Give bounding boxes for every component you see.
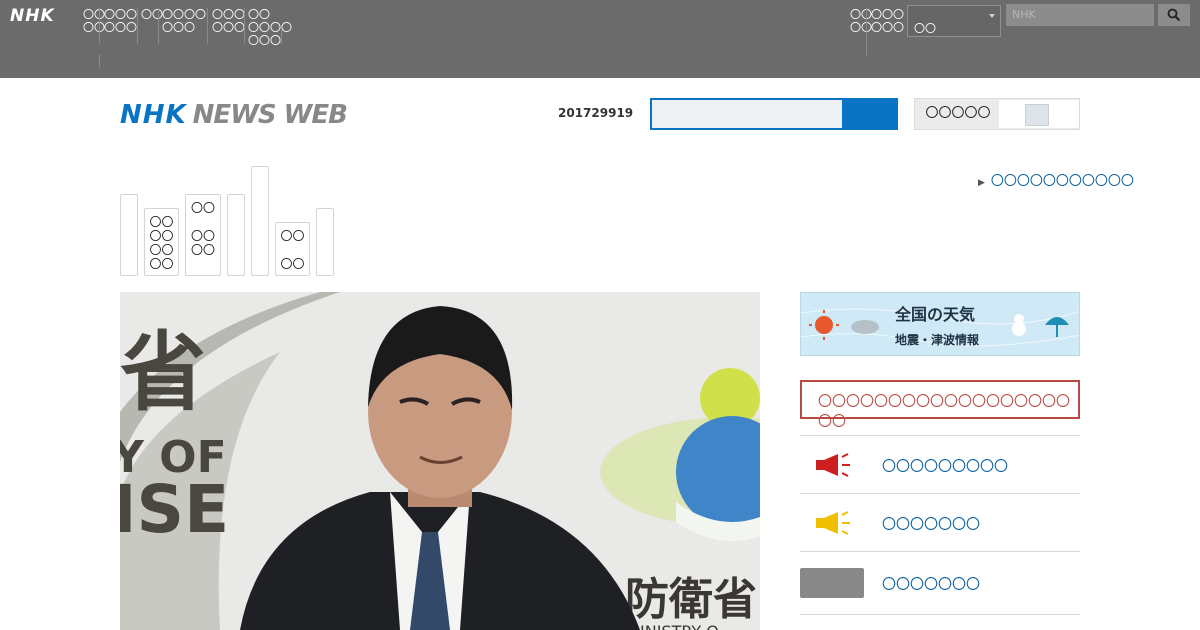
global-nav-item-6[interactable]: 〇〇 〇〇〇〇 〇〇〇 xyxy=(248,8,292,47)
top-search-button[interactable] xyxy=(1158,4,1190,26)
global-top-bar: NHK 〇〇 〇〇 〇〇〇 〇〇〇 〇〇 〇〇〇〇 〇〇〇 〇〇〇 〇〇〇 〇〇… xyxy=(0,0,1200,78)
site-search[interactable] xyxy=(650,98,898,130)
category-tab-4[interactable] xyxy=(227,194,245,276)
sidebar-item-label: 〇〇〇〇〇〇〇〇〇 xyxy=(882,459,1008,475)
sign-text-line3: ISE xyxy=(120,471,229,548)
global-nav-item-5[interactable]: 〇〇〇 〇〇〇 xyxy=(212,8,245,34)
nhk-logo[interactable]: NHK xyxy=(10,6,55,26)
region-select[interactable]: 〇〇 xyxy=(907,5,1001,37)
nav-divider xyxy=(281,30,282,44)
sidebar-item-1[interactable]: 〇〇〇〇〇〇〇〇〇 xyxy=(800,435,1080,493)
category-tab-5[interactable] xyxy=(251,166,269,276)
top-link-2[interactable]: 〇〇〇 〇〇〇 xyxy=(871,8,904,34)
global-nav-item-4[interactable]: 〇〇〇〇 〇〇〇 xyxy=(162,8,206,34)
category-tab-1[interactable] xyxy=(120,194,138,276)
nav-divider xyxy=(244,8,245,44)
date-text: 201729919 xyxy=(558,106,634,120)
nav-divider xyxy=(99,8,100,44)
top-search-input[interactable]: NHK xyxy=(1006,4,1154,26)
weather-subtitle: 地震・津波情報 xyxy=(895,333,980,347)
nav-divider xyxy=(866,8,867,56)
global-nav-item-1[interactable]: 〇〇 〇〇 xyxy=(83,8,105,34)
toggle-label: 〇〇〇〇〇 xyxy=(925,106,991,121)
brand-nhk: NHK xyxy=(120,100,187,130)
sidebar-item-2[interactable]: 〇〇〇〇〇〇〇 xyxy=(800,493,1080,551)
nav-divider xyxy=(137,8,138,44)
nav-divider xyxy=(207,8,208,44)
press-conference-photo: 省 Y OF ISE 防衛省 INISTRY O xyxy=(120,292,760,630)
hero-photo[interactable]: 省 Y OF ISE 防衛省 INISTRY O xyxy=(120,292,760,630)
sign-kanji: 省 xyxy=(120,323,206,423)
sidebar-item-label: 〇〇〇〇〇〇〇 xyxy=(882,517,980,533)
sign-text-jp: 防衛省 xyxy=(625,574,757,625)
category-tab-7[interactable] xyxy=(316,208,334,276)
brand-news-web: NEWS WEB xyxy=(192,100,348,130)
sidebar-divider xyxy=(800,614,1080,630)
news-web-logo[interactable]: NHK NEWS WEB xyxy=(120,100,380,132)
alert-link[interactable]: 〇〇〇〇〇〇〇〇〇〇〇〇〇〇〇〇〇〇〇〇 xyxy=(800,380,1080,430)
more-link[interactable]: ▶ 〇〇〇〇〇〇〇〇〇〇〇 xyxy=(978,170,1134,189)
chevron-down-icon xyxy=(989,14,995,18)
category-tab-6[interactable]: 〇〇 〇〇 xyxy=(275,222,310,276)
display-toggle[interactable]: 〇〇〇〇〇 xyxy=(914,98,1080,130)
sidebar-item-3[interactable]: 〇〇〇〇〇〇〇 xyxy=(800,551,1080,609)
weather-title: 全国の天気 xyxy=(895,305,976,324)
weather-banner[interactable]: 全国の天気 地震・津波情報 xyxy=(800,292,1080,356)
nav-divider xyxy=(158,8,159,44)
sign-text-ministry: INISTRY O xyxy=(640,622,719,630)
megaphone-icon xyxy=(816,452,852,482)
global-nav-item-3[interactable]: 〇〇 xyxy=(141,8,163,21)
global-nav-item-2[interactable]: 〇〇〇 〇〇〇 xyxy=(104,8,137,34)
sidebar-item-label: 〇〇〇〇〇〇〇 xyxy=(882,577,980,593)
megaphone-icon xyxy=(816,510,852,540)
category-tab-3[interactable]: 〇〇 〇〇 〇〇 xyxy=(185,194,221,276)
triangle-right-icon: ▶ xyxy=(978,178,985,188)
more-link-label: 〇〇〇〇〇〇〇〇〇〇〇 xyxy=(990,174,1134,189)
nav-divider xyxy=(99,54,100,68)
top-link-1[interactable]: 〇〇 〇〇 xyxy=(850,8,872,34)
toggle-knob[interactable] xyxy=(1025,104,1049,126)
region-select-value: 〇〇 xyxy=(914,22,936,35)
category-tab-2[interactable]: 〇〇 〇〇 〇〇 〇〇 xyxy=(144,208,179,276)
search-icon xyxy=(1167,8,1181,22)
thumbnail-placeholder xyxy=(800,568,864,598)
site-search-input[interactable] xyxy=(652,100,842,128)
toggle-track[interactable] xyxy=(999,100,1079,128)
